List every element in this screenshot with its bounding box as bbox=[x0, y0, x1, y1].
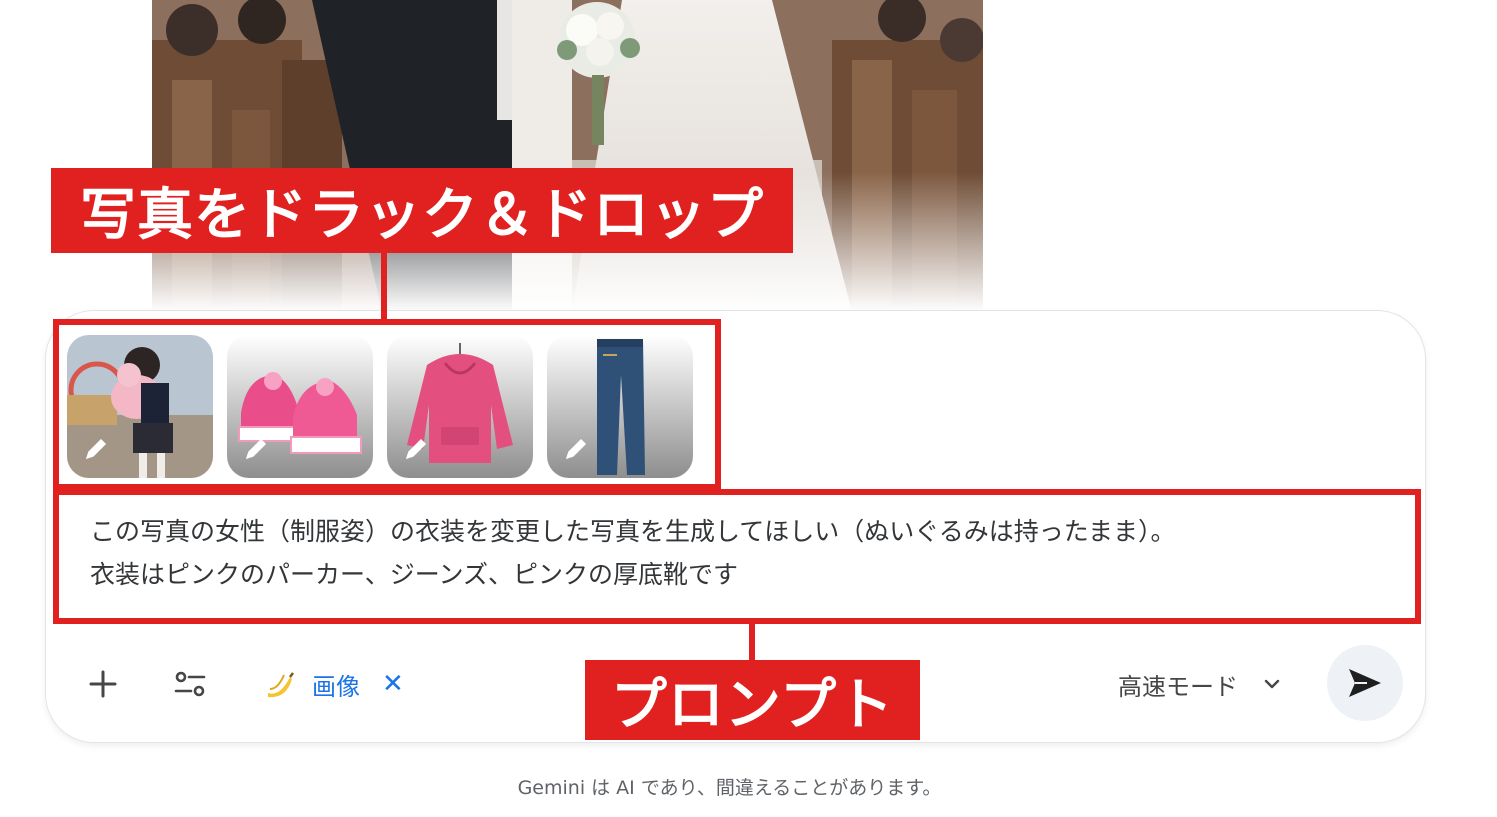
banana-icon bbox=[268, 672, 294, 698]
chip-label: 画像 bbox=[312, 672, 360, 701]
send-icon bbox=[1349, 669, 1381, 697]
wedding-photo bbox=[152, 0, 983, 312]
tools-icon bbox=[174, 671, 206, 697]
send-button[interactable] bbox=[1327, 645, 1403, 721]
add-attachment-button[interactable] bbox=[84, 664, 122, 704]
annotation-connector bbox=[381, 252, 387, 320]
annotation-label-drag-drop: 写真をドラック＆ドロップ bbox=[51, 168, 793, 253]
annotation-box-images bbox=[53, 319, 721, 490]
mode-selector[interactable]: 高速モード bbox=[1118, 664, 1282, 704]
annotation-box-prompt bbox=[53, 489, 1421, 624]
plus-icon bbox=[89, 670, 117, 698]
annotation-label-prompt: プロンプト bbox=[585, 660, 920, 740]
tools-button[interactable] bbox=[172, 666, 208, 702]
disclaimer-text: Gemini は AI であり、間違えることがあります。 bbox=[517, 777, 942, 799]
chip-close-icon[interactable]: ✕ bbox=[382, 671, 404, 697]
mode-label: 高速モード bbox=[1118, 672, 1238, 701]
chevron-down-icon bbox=[1264, 679, 1280, 689]
annotation-connector bbox=[749, 623, 755, 661]
gemini-page: この写真の女性（制服姿）の衣装を変更した写真を生成してほしい（ぬいぐるみは持った… bbox=[0, 0, 1497, 817]
image-mode-chip[interactable]: 画像 ✕ bbox=[262, 664, 404, 704]
